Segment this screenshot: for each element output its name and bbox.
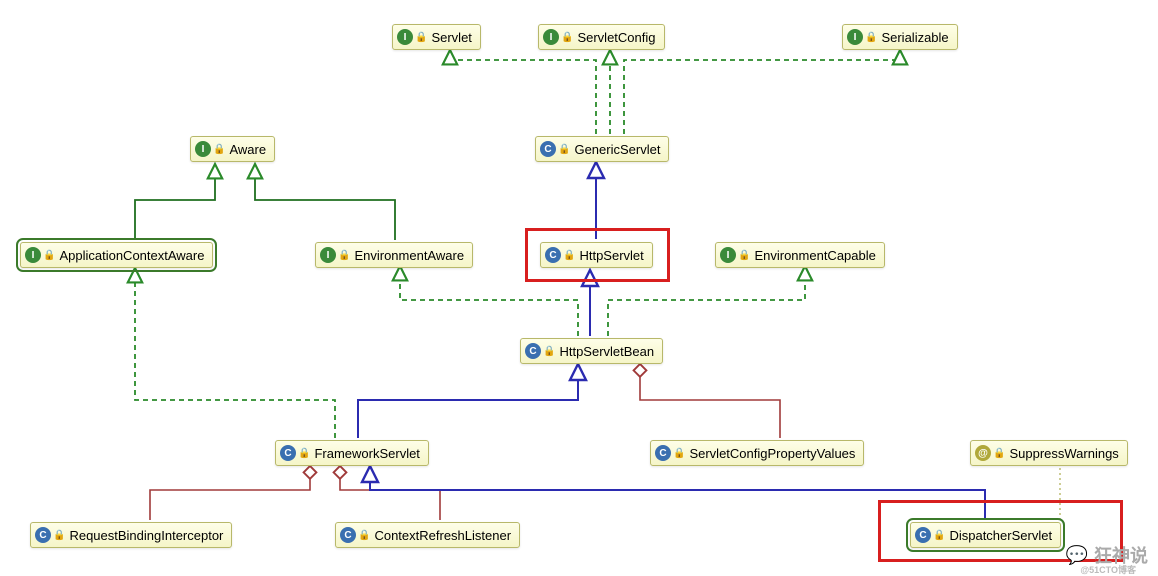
interface-icon: I	[320, 247, 336, 263]
watermark: 💬 狂神说 @51CTO博客	[1066, 542, 1148, 568]
class-icon: C	[280, 445, 296, 461]
node-frameworkservlet[interactable]: C 🔒 FrameworkServlet	[275, 440, 429, 466]
lock-icon: 🔒	[561, 32, 573, 43]
private-lock-icon: 🔒	[673, 448, 685, 459]
lock-icon: 🔒	[738, 250, 750, 261]
node-servlet[interactable]: I 🔒 Servlet	[392, 24, 481, 50]
interface-icon: I	[25, 247, 41, 263]
lock-icon: 🔒	[43, 250, 55, 261]
node-suppresswarnings[interactable]: @ 🔒 SuppressWarnings	[970, 440, 1128, 466]
lock-icon: 🔒	[558, 144, 570, 155]
node-servletconfig[interactable]: I 🔒 ServletConfig	[538, 24, 665, 50]
node-aware[interactable]: I 🔒 Aware	[190, 136, 275, 162]
node-httpservletbean[interactable]: C 🔒 HttpServletBean	[520, 338, 663, 364]
class-icon: C	[655, 445, 671, 461]
node-label: FrameworkServlet	[314, 446, 419, 461]
node-label: Servlet	[431, 30, 471, 45]
class-icon: C	[525, 343, 541, 359]
node-environmentcapable[interactable]: I 🔒 EnvironmentCapable	[715, 242, 885, 268]
private-lock-icon: 🔒	[53, 530, 65, 541]
node-label: DispatcherServlet	[949, 528, 1052, 543]
node-label: Aware	[229, 142, 266, 157]
node-environmentaware[interactable]: I 🔒 EnvironmentAware	[315, 242, 473, 268]
node-label: RequestBindingInterceptor	[69, 528, 223, 543]
lock-icon: 🔒	[993, 448, 1005, 459]
lock-icon: 🔒	[933, 530, 945, 541]
class-icon: C	[915, 527, 931, 543]
class-icon: C	[540, 141, 556, 157]
private-lock-icon: 🔒	[358, 530, 370, 541]
edges-layer	[0, 0, 1158, 574]
lock-icon: 🔒	[213, 144, 225, 155]
watermark-sub: @51CTO博客	[1080, 563, 1136, 576]
class-icon: C	[545, 247, 561, 263]
node-applicationcontextaware[interactable]: I 🔒 ApplicationContextAware	[20, 242, 213, 268]
node-label: EnvironmentAware	[354, 248, 464, 263]
node-label: ApplicationContextAware	[59, 248, 204, 263]
node-dispatcherservlet[interactable]: C 🔒 DispatcherServlet	[910, 522, 1061, 548]
node-genericservlet[interactable]: C 🔒 GenericServlet	[535, 136, 669, 162]
node-label: HttpServlet	[579, 248, 643, 263]
node-label: Serializable	[881, 30, 948, 45]
lock-icon: 🔒	[338, 250, 350, 261]
node-label: ContextRefreshListener	[374, 528, 511, 543]
lock-icon: 🔒	[543, 346, 555, 357]
lock-icon: 🔒	[415, 32, 427, 43]
lock-icon: 🔒	[865, 32, 877, 43]
node-label: GenericServlet	[574, 142, 660, 157]
interface-icon: I	[720, 247, 736, 263]
node-contextrefreshlistener[interactable]: C 🔒 ContextRefreshListener	[335, 522, 520, 548]
node-label: HttpServletBean	[559, 344, 654, 359]
node-requestbindinginterceptor[interactable]: C 🔒 RequestBindingInterceptor	[30, 522, 232, 548]
class-icon: C	[340, 527, 356, 543]
node-httpservlet[interactable]: C 🔒 HttpServlet	[540, 242, 653, 268]
node-label: ServletConfigPropertyValues	[689, 446, 855, 461]
lock-icon: 🔒	[563, 250, 575, 261]
diagram-canvas: I 🔒 Servlet I 🔒 ServletConfig I 🔒 Serial…	[0, 0, 1158, 574]
interface-icon: I	[543, 29, 559, 45]
lock-icon: 🔒	[298, 448, 310, 459]
node-label: EnvironmentCapable	[754, 248, 875, 263]
interface-icon: I	[847, 29, 863, 45]
node-label: SuppressWarnings	[1009, 446, 1118, 461]
node-servletconfigpropertyvalues[interactable]: C 🔒 ServletConfigPropertyValues	[650, 440, 864, 466]
node-label: ServletConfig	[577, 30, 655, 45]
node-serializable[interactable]: I 🔒 Serializable	[842, 24, 958, 50]
annotation-icon: @	[975, 445, 991, 461]
interface-icon: I	[397, 29, 413, 45]
interface-icon: I	[195, 141, 211, 157]
class-icon: C	[35, 527, 51, 543]
